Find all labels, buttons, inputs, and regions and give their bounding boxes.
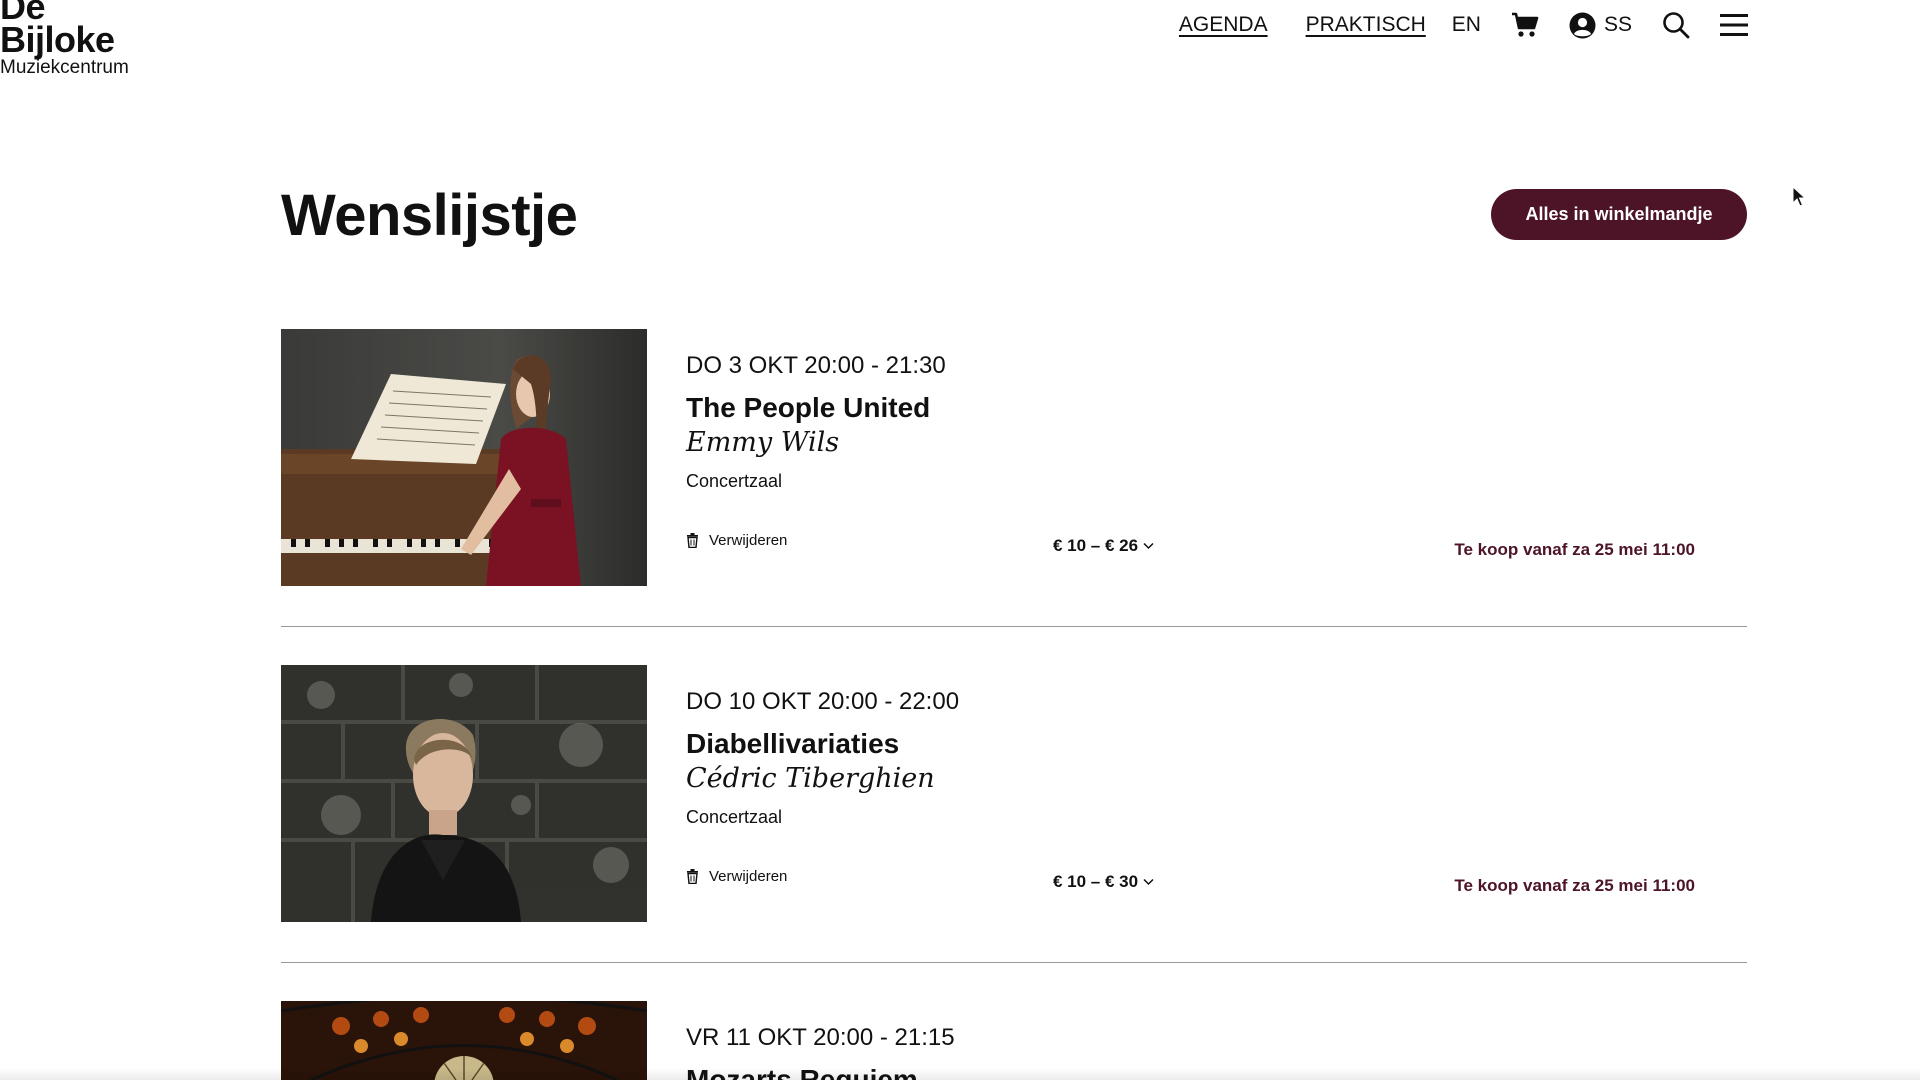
language-switch[interactable]: EN	[1452, 13, 1481, 37]
event-title[interactable]: Diabellivariaties	[686, 728, 899, 760]
price-range-dropdown[interactable]: € 10 – € 26	[1053, 536, 1154, 556]
chevron-down-icon	[1143, 542, 1154, 550]
trash-icon	[687, 533, 698, 548]
mouse-cursor-icon	[1792, 186, 1806, 207]
event-image-pianist[interactable]	[281, 329, 647, 586]
menu-icon[interactable]	[1720, 12, 1748, 38]
add-all-to-cart-button[interactable]: Alles in winkelmandje	[1491, 189, 1747, 240]
price-range: € 10 – € 26	[1053, 536, 1139, 555]
remove-button[interactable]: Verwijderen	[686, 868, 787, 885]
event-artist: Cédric Tiberghien	[686, 763, 935, 794]
sale-status: Te koop vanaf za 25 mei 11:00	[1454, 540, 1695, 559]
account-button[interactable]: SS	[1569, 12, 1632, 39]
remove-label: Verwijderen	[709, 868, 788, 885]
wishlist-item: DO 10 OKT 20:00 - 22:00 Diabellivariatie…	[281, 665, 1747, 923]
cart-icon[interactable]	[1511, 12, 1539, 38]
item-divider	[281, 962, 1747, 963]
remove-button[interactable]: Verwijderen	[686, 532, 787, 549]
chevron-down-icon	[1143, 878, 1154, 886]
item-divider	[281, 626, 1747, 627]
logo-line-2: Bijloke	[0, 19, 115, 60]
search-icon[interactable]	[1662, 11, 1690, 39]
event-date: VR 11 OKT 20:00 - 21:15	[686, 1024, 955, 1051]
event-title[interactable]: The People United	[686, 392, 930, 424]
logo-line-3: Muziekcentrum	[0, 57, 129, 78]
bottom-shadow	[0, 1068, 1920, 1080]
page: De Bijloke Muziekcentrum AGENDA PRAKTISC…	[0, 0, 1920, 1080]
user-icon	[1569, 12, 1596, 38]
trash-icon	[687, 869, 698, 884]
event-venue: Concertzaal	[686, 471, 783, 491]
price-range-dropdown[interactable]: € 10 – € 30	[1053, 872, 1154, 892]
account-initials: SS	[1603, 13, 1632, 36]
top-nav: AGENDA PRAKTISCH EN SS	[1179, 10, 1748, 40]
logo[interactable]: De Bijloke Muziekcentrum	[0, 0, 129, 77]
remove-label: Verwijderen	[709, 532, 788, 549]
event-date: DO 3 OKT 20:00 - 21:30	[686, 352, 946, 379]
page-title: Wenslijstje	[281, 183, 578, 248]
wishlist-item: DO 3 OKT 20:00 - 21:30 The People United…	[281, 329, 1747, 587]
nav-praktisch-link[interactable]: PRAKTISCH	[1306, 13, 1426, 37]
nav-agenda-link[interactable]: AGENDA	[1179, 13, 1268, 37]
price-range: € 10 – € 30	[1053, 872, 1139, 891]
event-venue: Concertzaal	[686, 807, 783, 827]
event-artist: Emmy Wils	[686, 427, 840, 458]
event-date: DO 10 OKT 20:00 - 22:00	[686, 688, 960, 715]
event-image-pianist[interactable]	[281, 665, 647, 922]
sale-status: Te koop vanaf za 25 mei 11:00	[1454, 876, 1695, 895]
